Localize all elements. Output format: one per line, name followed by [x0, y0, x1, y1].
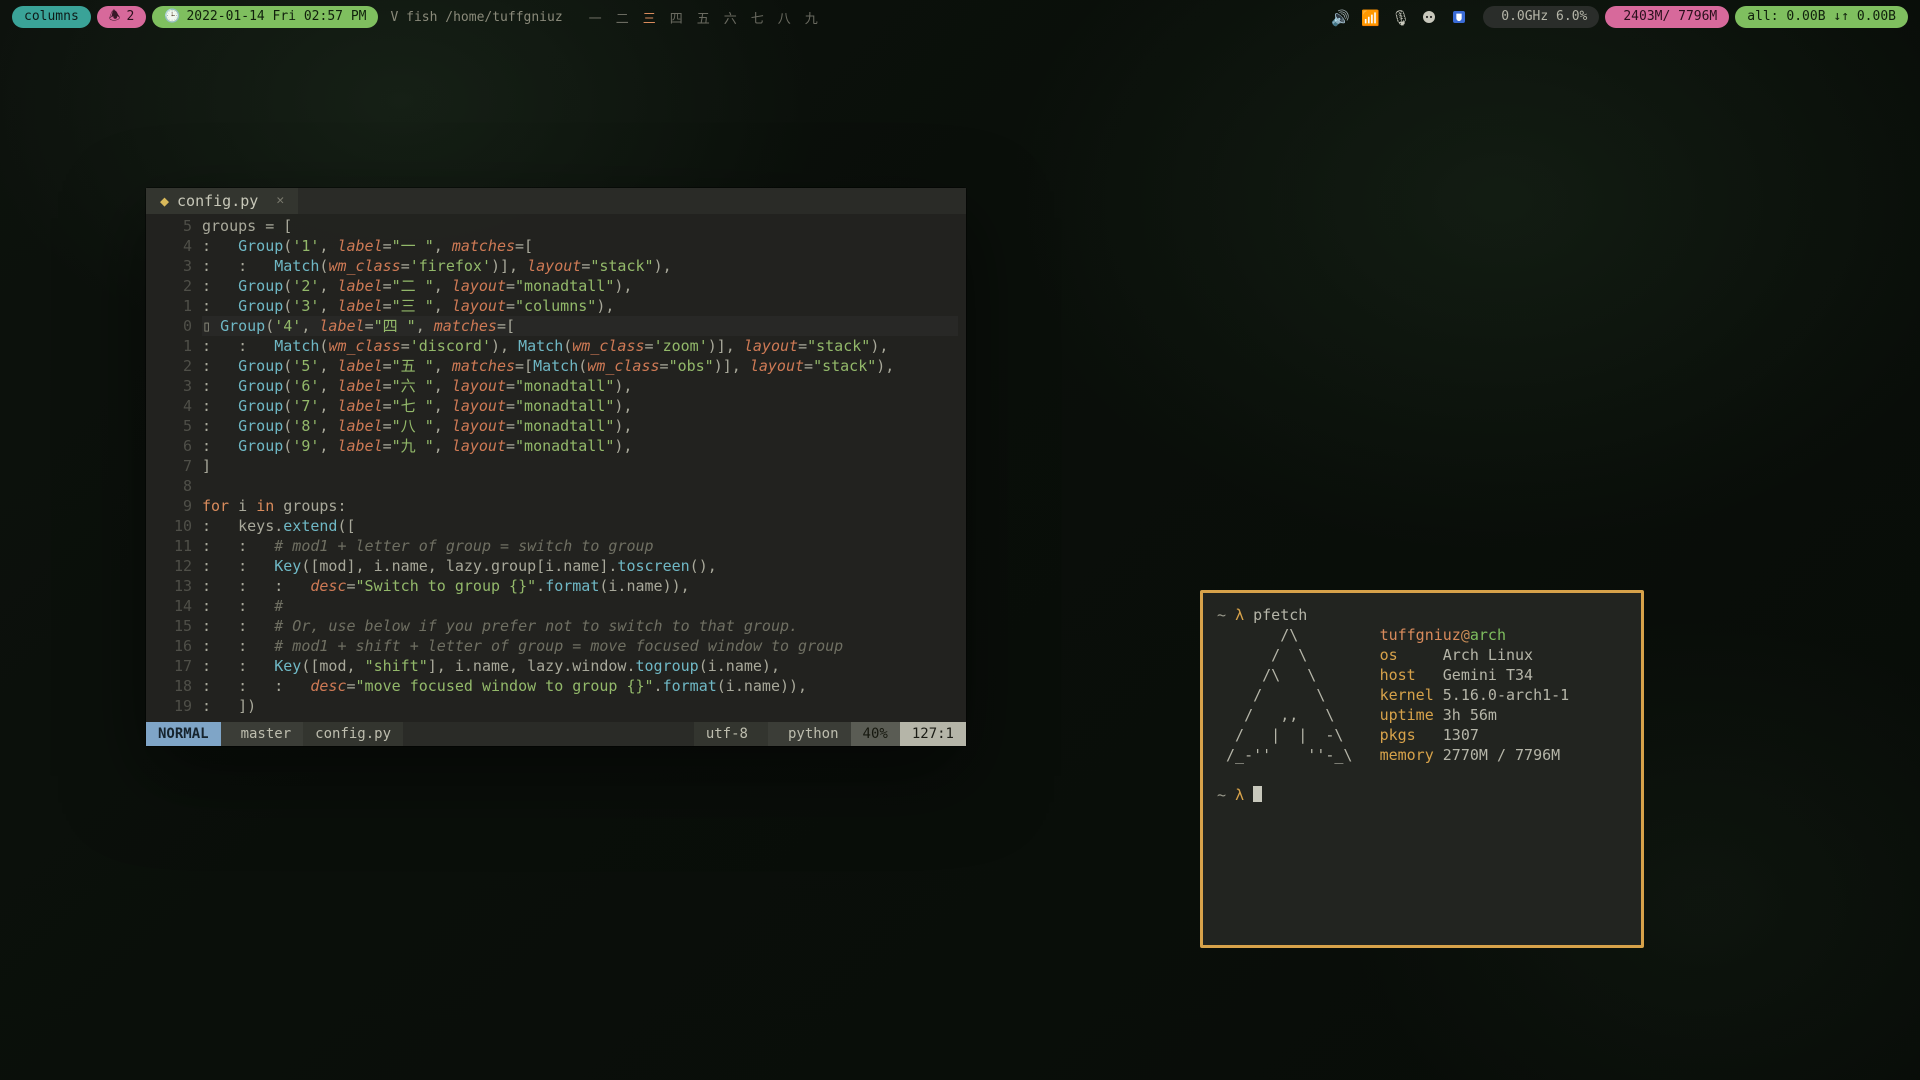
code-line[interactable]: : Group('8', label="八 ", layout="monadta…	[202, 416, 958, 436]
memory-text: 2403M/ 7796M	[1623, 6, 1717, 28]
code-line[interactable]: : : # Or, use below if you prefer not to…	[202, 616, 958, 636]
code-area[interactable]: 54321012345678910111213141516171819 grou…	[146, 214, 966, 722]
workspace-5[interactable]: 五	[697, 8, 710, 27]
workspace-8[interactable]: 八	[778, 8, 791, 27]
status-mode: NORMAL	[146, 722, 221, 746]
discord-icon[interactable]	[1421, 9, 1437, 25]
net-down: 0.00B ↓↑	[1786, 6, 1849, 28]
code-line[interactable]: : Group('2', label="二 ", layout="monadta…	[202, 276, 958, 296]
code-line[interactable]: for i in groups:	[202, 496, 958, 516]
statusbar: NORMAL master config.py utf-8 python 40%…	[146, 722, 966, 746]
gutter: 54321012345678910111213141516171819	[146, 216, 202, 716]
code-line[interactable]: : ])	[202, 696, 958, 716]
code-line[interactable]: : Group('1', label="一 ", matches=[	[202, 236, 958, 256]
code-lines[interactable]: groups = [: Group('1', label="一 ", match…	[202, 216, 966, 716]
code-line[interactable]: : : : desc="Switch to group {}".format(i…	[202, 576, 958, 596]
clock-pill[interactable]: 🕒 2022-01-14 Fri 02:57 PM	[152, 6, 378, 28]
modified-dot-icon: ◆	[160, 191, 169, 211]
cpu-text: 0.0GHz 6.0%	[1501, 6, 1587, 28]
code-line[interactable]: : Group('7', label="七 ", layout="monadta…	[202, 396, 958, 416]
status-branch: master	[221, 722, 304, 746]
code-line[interactable]: : Group('3', label="三 ", layout="columns…	[202, 296, 958, 316]
code-line[interactable]: : : Match(wm_class='discord'), Match(wm_…	[202, 336, 958, 356]
workspace-9[interactable]: 九	[805, 8, 818, 27]
status-lang: python	[768, 722, 851, 746]
net-up: 0.00B	[1857, 6, 1896, 28]
workspace-6[interactable]: 六	[724, 8, 737, 27]
wifi-icon[interactable]: 📶	[1361, 9, 1377, 25]
editor-window[interactable]: ◆ config.py ✕ 54321012345678910111213141…	[146, 188, 966, 746]
status-position: 127:1	[900, 722, 966, 746]
code-line[interactable]: : : Match(wm_class='firefox')], layout="…	[202, 256, 958, 276]
notification-pill[interactable]: 🕭 2	[97, 6, 146, 28]
close-icon[interactable]: ✕	[276, 191, 284, 211]
bitwarden-icon[interactable]	[1451, 9, 1467, 25]
code-line[interactable]: : : Key([mod, "shift"], i.name, lazy.win…	[202, 656, 958, 676]
editor-tab[interactable]: ◆ config.py ✕	[146, 188, 298, 214]
layout-label: columns	[24, 6, 79, 28]
workspace-3[interactable]: 三	[643, 8, 656, 27]
volume-icon[interactable]: 🔊	[1331, 9, 1347, 25]
workspace-7[interactable]: 七	[751, 8, 764, 27]
workspace-2[interactable]: 二	[616, 8, 629, 27]
mic-icon[interactable]: 🎙	[1391, 9, 1407, 25]
status-encoding: utf-8	[694, 722, 768, 746]
systray: 🔊 📶 🎙	[1321, 9, 1477, 25]
code-line[interactable]: ]	[202, 456, 958, 476]
notification-count: 2	[126, 6, 134, 28]
editor-tabbar: ◆ config.py ✕	[146, 188, 966, 214]
code-line[interactable]: : : #	[202, 596, 958, 616]
terminal-window[interactable]: ~ λ pfetch /\ tuffgniuz@arch / \ os Arch…	[1200, 590, 1644, 948]
code-line[interactable]: : : : desc="move focused window to group…	[202, 676, 958, 696]
code-line[interactable]: : : # mod1 + letter of group = switch to…	[202, 536, 958, 556]
code-line[interactable]: : Group('5', label="五 ", matches=[Match(…	[202, 356, 958, 376]
cpu-pill[interactable]: 0.0GHz 6.0%	[1483, 6, 1599, 28]
tab-filename: config.py	[177, 191, 258, 211]
terminal-cursor	[1253, 786, 1262, 802]
code-line[interactable]: : Group('6', label="六 ", layout="monadta…	[202, 376, 958, 396]
net-label: all:	[1747, 6, 1778, 28]
workspace-4[interactable]: 四	[670, 8, 683, 27]
clock-icon: 🕒	[164, 6, 180, 28]
layout-pill[interactable]: columns	[12, 6, 91, 28]
code-line[interactable]: : keys.extend([	[202, 516, 958, 536]
workspace-1[interactable]: 一	[589, 8, 602, 27]
code-line[interactable]: groups = [	[202, 216, 958, 236]
top-bar: columns 🕭 2 🕒 2022-01-14 Fri 02:57 PM V …	[0, 0, 1920, 34]
clock-text: 2022-01-14 Fri 02:57 PM	[186, 6, 366, 28]
memory-pill[interactable]: 2403M/ 7796M	[1605, 6, 1729, 28]
workspace-list[interactable]: 一二三四五六七八九	[575, 8, 832, 27]
code-line[interactable]: : Group('9', label="九 ", layout="monadta…	[202, 436, 958, 456]
code-line[interactable]: : : # mod1 + shift + letter of group = m…	[202, 636, 958, 656]
network-pill[interactable]: all: 0.00B ↓↑ 0.00B	[1735, 6, 1908, 28]
bell-icon: 🕭	[109, 6, 121, 28]
window-title: V fish /home/tuffgniuz	[384, 10, 568, 25]
code-line[interactable]: ▯ Group('4', label="四 ", matches=[	[202, 316, 958, 336]
code-line[interactable]: : : Key([mod], i.name, lazy.group[i.name…	[202, 556, 958, 576]
status-percent: 40%	[851, 722, 900, 746]
code-line[interactable]	[202, 476, 958, 496]
status-file: config.py	[303, 722, 403, 746]
